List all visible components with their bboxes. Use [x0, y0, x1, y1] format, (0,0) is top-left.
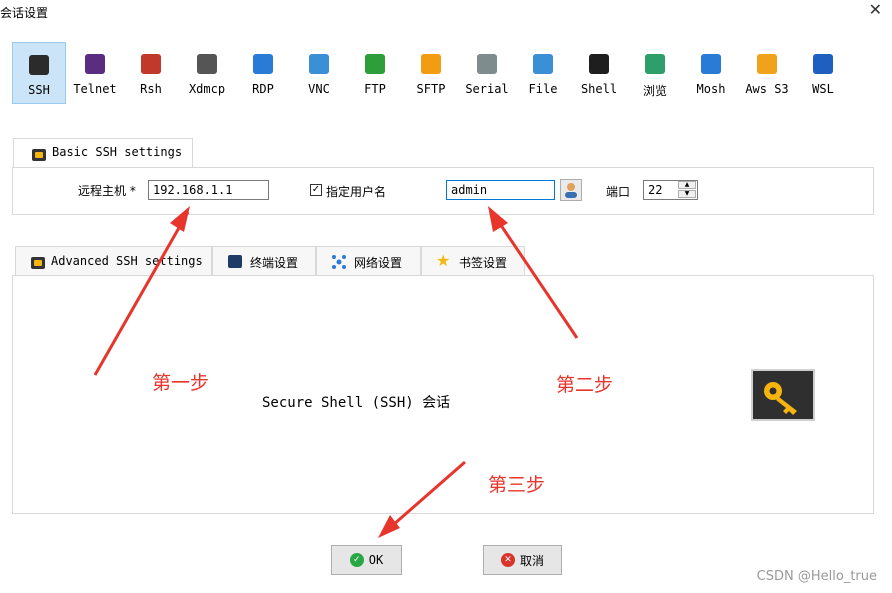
- step2-annotation: 第二步: [556, 374, 614, 396]
- cancel-button[interactable]: ✕ 取消: [483, 545, 562, 575]
- annotation-arrows: [93, 206, 579, 538]
- ok-label: OK: [368, 553, 384, 567]
- watermark: CSDN @Hello_true: [756, 569, 877, 584]
- cancel-label: 取消: [519, 553, 544, 568]
- check-icon: ✓: [349, 553, 364, 567]
- step3-annotation: 第三步: [488, 474, 546, 496]
- ok-button[interactable]: ✓ OK: [331, 545, 402, 575]
- cancel-icon: ✕: [500, 553, 515, 567]
- step1-annotation: 第一步: [152, 372, 210, 394]
